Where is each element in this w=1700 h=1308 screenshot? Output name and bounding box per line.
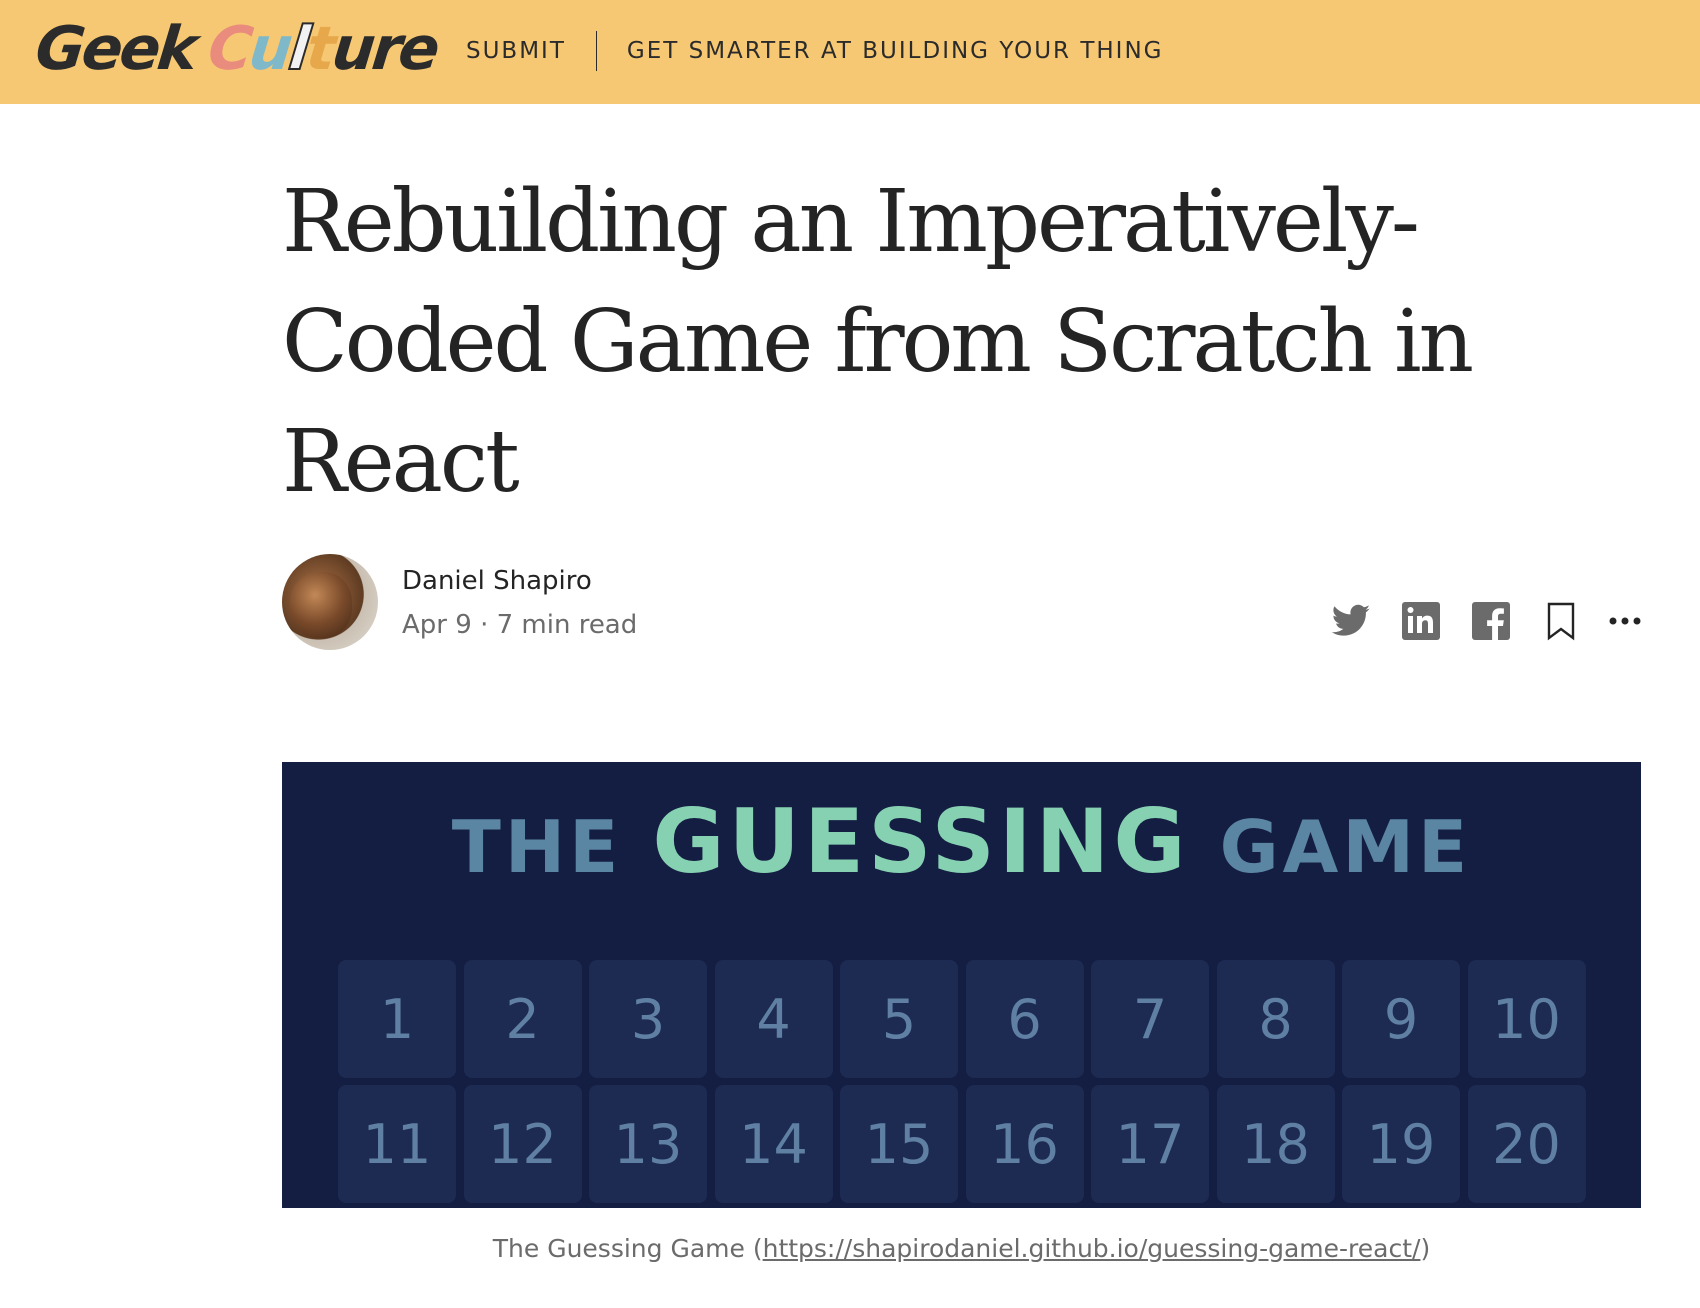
bookmark-icon[interactable] [1538, 598, 1584, 644]
number-cell[interactable]: 7 [1091, 960, 1209, 1078]
number-grid: 1 2 3 4 5 6 7 8 9 10 11 12 13 14 15 16 1… [338, 960, 1586, 1203]
more-icon[interactable] [1602, 598, 1648, 644]
read-time: 7 min read [496, 610, 638, 640]
caption-text: The Guessing Game ( [492, 1234, 763, 1263]
publish-date: Apr 9 [402, 610, 472, 640]
number-cell[interactable]: 2 [463, 960, 582, 1078]
hero-title-game: GAME [1219, 805, 1472, 889]
nav-submit-link[interactable]: SUBMIT [466, 38, 566, 64]
caption-link[interactable]: https://shapirodaniel.github.io/guessing… [763, 1234, 1421, 1263]
article-meta: Apr 9 · 7 min read [402, 610, 637, 640]
nav-tagline-link[interactable]: GET SMARTER AT BUILDING YOUR THING [627, 38, 1164, 64]
linkedin-icon[interactable] [1398, 598, 1444, 644]
image-caption: The Guessing Game (https://shapirodaniel… [282, 1234, 1641, 1263]
number-cell[interactable]: 6 [965, 960, 1084, 1078]
logo-word-geek: Geek [32, 14, 199, 84]
author-name[interactable]: Daniel Shapiro [402, 566, 592, 596]
hero-image: THE GUESSING GAME 1 2 3 4 5 6 7 8 9 10 11 … [282, 762, 1641, 1208]
twitter-icon[interactable] [1328, 598, 1374, 644]
number-cell[interactable]: 14 [714, 1085, 833, 1203]
geek-culture-logo[interactable]: Geek C u l t ure [32, 13, 441, 85]
publication-nav: SUBMIT GET SMARTER AT BUILDING YOUR THIN… [466, 30, 1164, 72]
number-cell[interactable]: 9 [1342, 960, 1460, 1078]
number-cell[interactable]: 4 [714, 960, 833, 1078]
number-cell[interactable]: 13 [589, 1085, 707, 1203]
logo-letter-c: C [204, 14, 254, 84]
number-cell[interactable]: 12 [463, 1085, 582, 1203]
number-cell[interactable]: 5 [840, 960, 958, 1078]
meta-separator: · [480, 610, 489, 640]
number-cell[interactable]: 16 [965, 1085, 1084, 1203]
number-cell[interactable]: 18 [1216, 1085, 1335, 1203]
hero-title-the: THE [451, 805, 623, 889]
number-cell[interactable]: 15 [840, 1085, 958, 1203]
number-cell[interactable]: 3 [589, 960, 707, 1078]
hero-title-guessing: GUESSING [652, 790, 1190, 893]
logo-letter-u: u [245, 14, 293, 84]
number-cell[interactable]: 19 [1342, 1085, 1460, 1203]
caption-close: ) [1420, 1234, 1431, 1263]
publication-header: Geek C u l t ure SUBMIT GET SMARTER AT B… [0, 0, 1700, 104]
number-cell[interactable]: 8 [1216, 960, 1335, 1078]
number-cell[interactable]: 10 [1467, 960, 1586, 1078]
hero-title: THE GUESSING GAME [282, 790, 1641, 893]
logo-letters-ure: ure [328, 14, 441, 84]
share-toolbar [1328, 598, 1648, 644]
author-avatar[interactable] [282, 554, 378, 650]
number-cell[interactable]: 11 [338, 1085, 456, 1203]
article-title: Rebuilding an Imperatively-Coded Game fr… [282, 172, 1474, 512]
number-cell[interactable]: 20 [1467, 1085, 1586, 1203]
number-cell[interactable]: 1 [338, 960, 456, 1078]
facebook-icon[interactable] [1468, 598, 1514, 644]
nav-divider [595, 31, 597, 71]
number-cell[interactable]: 17 [1091, 1085, 1209, 1203]
